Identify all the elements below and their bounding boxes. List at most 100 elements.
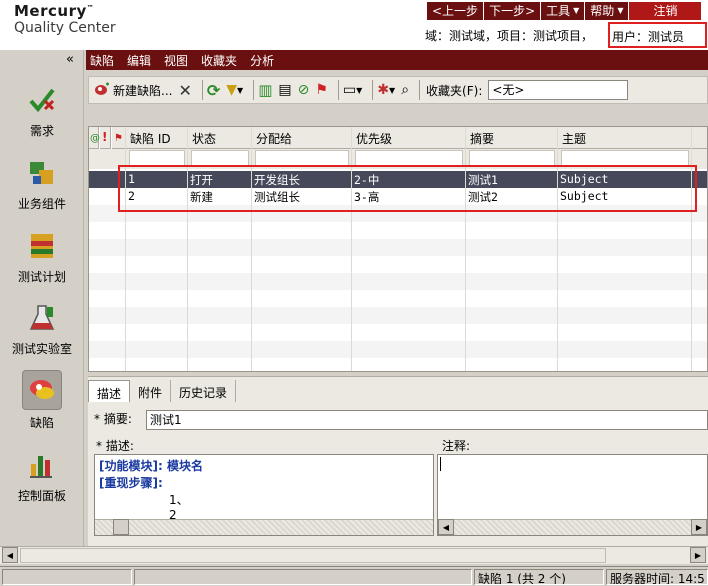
status-bar: 缺陷 1 (共 2 个) 服务器时间: 14:5 xyxy=(0,566,708,586)
domain-project-label: 域：测试域，项目：测试项目， xyxy=(425,29,594,43)
flag-icon: ⚑ xyxy=(315,82,328,98)
toolbar-separator xyxy=(201,80,203,100)
sidebar-item-business-components[interactable]: 业务组件 xyxy=(0,155,84,212)
module-menubar: 缺陷 编辑 视图 收藏夹 分析 xyxy=(86,50,708,70)
menu-favorites[interactable]: 收藏夹 xyxy=(201,52,237,69)
brand-logo: Mercury™ xyxy=(14,2,95,20)
menu-view[interactable]: 视图 xyxy=(164,52,188,69)
sidebar-item-requirements[interactable]: 需求 xyxy=(0,82,84,139)
defects-icon xyxy=(22,370,62,410)
empty-row xyxy=(89,222,707,239)
sidebar-item-dashboard[interactable]: 控制面板 xyxy=(0,447,84,504)
column-header-defect-id[interactable]: 缺陷 ID xyxy=(126,127,188,149)
filter-priority[interactable] xyxy=(355,150,463,166)
sidebar-item-defects[interactable]: 缺陷 xyxy=(0,370,84,431)
column-header-spacer xyxy=(692,127,707,149)
send-mail-button[interactable]: ▭ ▼ xyxy=(343,79,362,101)
menu-edit[interactable]: 编辑 xyxy=(127,52,151,69)
next-button[interactable]: 下一步> xyxy=(484,2,541,20)
record-count: 缺陷 1 (共 2 个) xyxy=(474,569,604,585)
sidebar-item-test-plan[interactable]: 测试计划 xyxy=(0,228,84,285)
column-header-subject[interactable]: 主题 xyxy=(558,127,692,149)
refresh-button[interactable]: ⟳ xyxy=(207,79,220,101)
toolbar-separator xyxy=(372,80,374,100)
chevron-down-icon: ▼ xyxy=(573,6,580,15)
search-button[interactable]: ⌕ xyxy=(401,79,409,101)
menu-analysis[interactable]: 分析 xyxy=(250,52,274,69)
filter-subject[interactable] xyxy=(561,150,689,166)
attachments-button[interactable]: ⊘ xyxy=(298,79,310,101)
column-header-priority[interactable]: 优先级 xyxy=(352,127,466,149)
scroll-thumb[interactable] xyxy=(20,548,606,563)
comments-scrollbar[interactable] xyxy=(438,519,707,535)
description-field[interactable]: [功能模块]: 模块名 [重现步骤]: 1、 2 xyxy=(94,454,434,536)
top-nav: <上一步 下一步> 工具 ▼ 帮助 ▼ 注销 xyxy=(427,2,702,20)
column-header-urgent[interactable]: ! xyxy=(100,127,111,149)
document-icon: ▤ xyxy=(278,82,292,98)
scroll-left-arrow[interactable]: ◀ xyxy=(2,547,18,563)
column-header-attachment[interactable]: @ xyxy=(89,127,100,149)
column-divider xyxy=(187,127,188,371)
help-menu[interactable]: 帮助 ▼ xyxy=(585,2,629,20)
server-time: 服务器时间: 14:5 xyxy=(606,569,708,585)
filter-summary[interactable] xyxy=(469,150,555,166)
prev-button[interactable]: <上一步 xyxy=(427,2,484,20)
defects-toolbar: 新建缺陷... ✕ ⟳ ▼ ▼ ▥ ▤ ⊘ ⚑ ▭ ▼ ✱ ▼ ⌕ 收藏夹(F): <… xyxy=(88,76,708,104)
details-button[interactable]: ▤ xyxy=(278,79,291,101)
toolbar-separator xyxy=(419,80,421,100)
empty-row xyxy=(89,324,707,341)
collapse-sidebar-button[interactable]: « xyxy=(66,52,74,67)
test-lab-icon xyxy=(24,300,60,336)
sidebar-item-label: 测试实验室 xyxy=(11,342,72,356)
product-name: Quality Center xyxy=(14,20,116,36)
column-header-status[interactable]: 状态 xyxy=(188,127,252,149)
filter-defect-id[interactable] xyxy=(129,150,185,166)
select-columns-button[interactable]: ▥ xyxy=(258,79,272,101)
sidebar-item-label: 测试计划 xyxy=(17,270,66,284)
scroll-thumb[interactable] xyxy=(113,519,129,535)
filter-assigned-to[interactable] xyxy=(255,150,349,166)
summary-field[interactable]: 测试1 xyxy=(146,410,708,430)
column-header-assigned-to[interactable]: 分配给 xyxy=(252,127,352,149)
detail-tabs: 描述 附件 历史记录 xyxy=(88,380,237,402)
comments-field[interactable]: ◀ ▶ xyxy=(437,454,708,536)
column-header-summary[interactable]: 摘要 xyxy=(466,127,558,149)
column-divider xyxy=(251,127,252,371)
find-similar-button[interactable]: ✱ ▼ xyxy=(377,79,395,101)
refresh-icon: ⟳ xyxy=(206,80,221,100)
delete-button[interactable]: ✕ xyxy=(178,79,191,101)
scroll-right-arrow[interactable]: ▶ xyxy=(691,519,707,535)
empty-row xyxy=(89,307,707,324)
tab-attachments[interactable]: 附件 xyxy=(130,380,172,402)
paperclip-icon: @ xyxy=(90,133,100,144)
tab-history[interactable]: 历史记录 xyxy=(171,380,237,402)
description-line: 1、 xyxy=(169,493,189,507)
empty-row xyxy=(89,358,707,371)
tools-menu[interactable]: 工具 ▼ xyxy=(541,2,585,20)
main-horizontal-scrollbar[interactable]: ◀ ▶ xyxy=(0,546,708,564)
new-defect-button[interactable]: 新建缺陷... xyxy=(93,79,172,101)
scroll-left-arrow[interactable]: ◀ xyxy=(438,519,454,535)
scroll-right-arrow[interactable]: ▶ xyxy=(690,547,706,563)
logout-button[interactable]: 注销 xyxy=(629,2,702,20)
column-divider xyxy=(351,127,352,371)
requirements-icon xyxy=(24,82,60,118)
menu-defects[interactable]: 缺陷 xyxy=(90,52,114,69)
empty-row xyxy=(89,273,707,290)
dashboard-icon xyxy=(24,447,60,483)
comments-label: 注释: xyxy=(442,439,471,453)
description-line: [重现步骤]: xyxy=(99,476,163,490)
filter-status[interactable] xyxy=(191,150,249,166)
sidebar-item-label: 需求 xyxy=(29,124,54,138)
paperclip-icon: ⊘ xyxy=(297,82,310,98)
flag-button[interactable]: ⚑ xyxy=(315,79,328,101)
filter-button[interactable]: ▼ ▼ xyxy=(226,79,243,101)
favorites-select[interactable]: <无> xyxy=(488,80,629,100)
column-header-flag[interactable]: ⚑ xyxy=(112,127,126,149)
column-divider xyxy=(465,127,466,371)
chevron-down-icon: ▼ xyxy=(389,85,396,95)
chevron-down-icon: ▼ xyxy=(237,85,244,95)
description-scrollbar[interactable] xyxy=(95,519,433,535)
tab-description[interactable]: 描述 xyxy=(88,380,131,402)
sidebar-item-test-lab[interactable]: 测试实验室 xyxy=(0,300,84,357)
